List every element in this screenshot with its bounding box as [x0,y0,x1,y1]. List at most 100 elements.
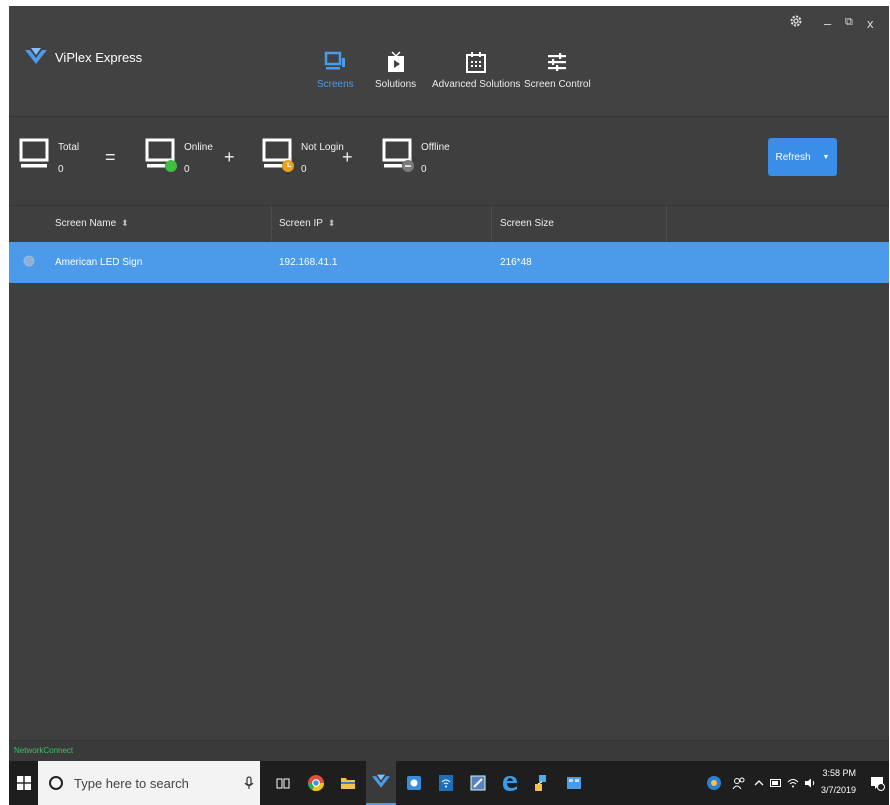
settings-button[interactable] [789,14,803,31]
taskbar-clock[interactable]: 3:58 PM 3/7/2019 [821,765,856,799]
start-button[interactable] [9,761,38,805]
people-icon [732,777,745,790]
wifi-icon [787,779,799,788]
column-screen-size: Screen Size [500,218,554,229]
task-view-icon [276,778,290,789]
title-bar: ViPlex Express Screens Solutions Advance… [9,6,889,117]
battery-icon [770,779,781,787]
tray-volume[interactable] [802,761,818,805]
notification-icon [871,777,885,791]
nav-screens-label: Screens [317,79,354,90]
taskbar-edge[interactable] [496,761,524,805]
column-divider [666,206,667,242]
tray-help[interactable] [703,761,725,805]
monitor-offline-icon [382,138,414,172]
taskbar-app-grid[interactable] [560,761,588,805]
row-screen-name: American LED Sign [55,257,143,268]
stat-online-count: 0 [184,164,190,175]
solutions-icon [387,51,404,72]
windows-logo-icon [16,776,31,790]
stat-online: Online 0 [144,137,213,181]
tray-wifi[interactable] [785,761,801,805]
edge-icon [503,776,517,791]
tablet-app-icon [470,775,486,791]
tray-battery[interactable] [768,761,784,805]
network-app-icon [535,775,546,791]
nav-screen-control[interactable]: Screen Control [524,50,591,90]
task-view-button[interactable] [269,761,297,805]
column-screen-name[interactable]: Screen Name ⬍ [55,218,129,229]
tray-overflow[interactable] [751,761,767,805]
column-screen-ip[interactable]: Screen IP ⬍ [279,218,335,229]
screen-stats-bar: Total 0 = Online 0 + Not Login 0 + Offline 0 [9,117,889,206]
equals-sign: = [105,147,116,167]
taskbar-search-box[interactable]: Type here to search [38,761,260,805]
wifi-tool-icon [439,775,453,791]
monitor-not-login-icon [262,138,294,172]
refresh-button[interactable]: Refresh ▼ [768,138,837,176]
refresh-label: Refresh [775,151,811,163]
action-center-button[interactable] [865,761,889,805]
monitor-icon [19,138,49,168]
stat-total: Total 0 [18,137,79,181]
screen-control-icon [548,53,567,71]
refresh-dropdown-caret-icon[interactable]: ▼ [823,154,830,161]
table-row[interactable]: American LED Sign 192.168.41.1 216*48 [9,242,889,283]
stat-online-label: Online [184,142,213,153]
cortana-icon [49,776,63,790]
viplex-logo-icon [25,48,47,64]
microphone-icon[interactable] [244,776,254,790]
sort-icon[interactable]: ⬍ [328,218,336,229]
restore-button[interactable]: ⧉ [845,16,853,29]
clock-date: 3/7/2019 [821,785,857,795]
app-title: ViPlex Express [55,49,143,65]
close-button[interactable]: x [867,16,874,31]
monitor-online-icon [145,138,177,172]
help-icon [707,776,721,790]
nav-screen-control-label: Screen Control [524,79,591,90]
plus-sign: + [342,147,353,167]
tray-people[interactable] [729,761,749,805]
screen-status-icon [23,255,35,270]
stat-total-label: Total [58,142,80,153]
row-screen-ip: 192.168.41.1 [279,257,338,268]
screens-icon [325,51,346,70]
column-screen-name-label: Screen Name [55,218,117,229]
nav-solutions[interactable]: Solutions [375,50,416,90]
column-divider [491,206,492,242]
table-header: Screen Name ⬍ Screen IP ⬍ Screen Size [9,206,889,243]
taskbar-chrome[interactable] [302,761,330,805]
taskbar-file-explorer[interactable] [334,761,362,805]
nav-screens[interactable]: Screens [317,50,354,90]
stat-offline: Offline 0 [381,137,450,181]
speaker-icon [805,778,815,788]
network-status-text: NetworkConnect [14,746,74,755]
taskbar-wifi-tool[interactable] [432,761,460,805]
stat-offline-label: Offline [421,142,450,153]
folder-icon [341,778,355,789]
stat-offline-count: 0 [421,164,427,175]
minimize-button[interactable]: – [824,16,831,31]
column-screen-ip-label: Screen IP [279,218,323,229]
nav-advanced-solutions-label: Advanced Solutions [432,79,521,90]
taskbar-network-app[interactable] [528,761,556,805]
nav-solutions-label: Solutions [375,79,417,90]
nav-advanced-solutions[interactable]: Advanced Solutions [432,50,520,90]
advanced-solutions-icon [466,52,487,73]
windows-taskbar: Type here to search 3:58 PM 3/7/2019 [9,761,889,805]
status-bar: NetworkConnect [9,740,889,761]
stat-not-login-label: Not Login [301,142,344,153]
chevron-up-icon [754,780,764,786]
search-placeholder: Type here to search [74,775,189,791]
row-screen-size: 216*48 [500,257,532,268]
column-divider [271,206,272,242]
taskbar-app-blue[interactable] [400,761,428,805]
chrome-icon [307,775,325,792]
stat-not-login-count: 0 [301,164,307,175]
plus-sign: + [224,147,235,167]
column-screen-size-label: Screen Size [500,218,554,229]
taskbar-app-tablet[interactable] [464,761,492,805]
sort-icon[interactable]: ⬍ [121,218,129,229]
stat-total-count: 0 [58,164,64,175]
taskbar-viplex[interactable] [366,761,396,805]
